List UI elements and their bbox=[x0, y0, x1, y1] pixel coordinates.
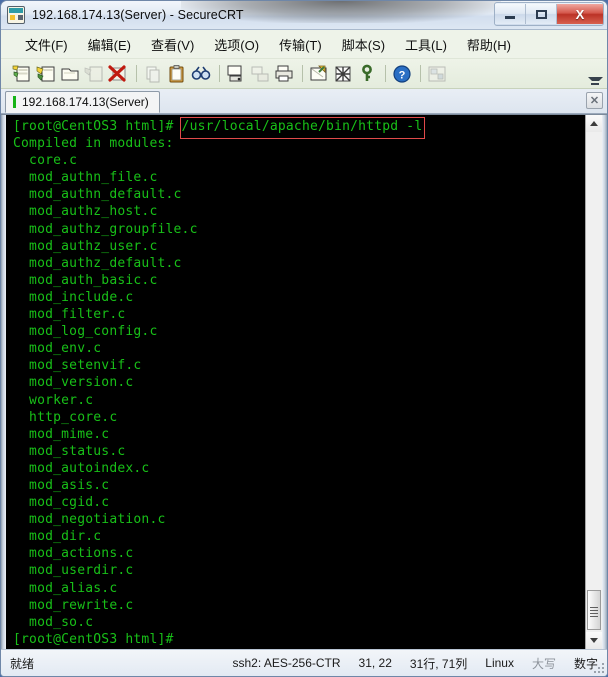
terminal-line: mod_negotiation.c bbox=[13, 512, 166, 528]
arrange-icon bbox=[426, 63, 448, 85]
securecrt-icon bbox=[7, 6, 25, 24]
terminal-line: mod_authz_groupfile.c bbox=[13, 221, 198, 237]
print-icon[interactable] bbox=[273, 63, 295, 85]
terminal-line: mod_authz_default.c bbox=[13, 255, 182, 271]
global-options-icon[interactable] bbox=[332, 63, 354, 85]
menu-bar: 文件(F) 编辑(E) 查看(V) 选项(O) 传输(T) 脚本(S) 工具(L… bbox=[1, 30, 607, 59]
terminal-line: mod_rewrite.c bbox=[13, 597, 134, 613]
menu-options[interactable]: 选项(O) bbox=[204, 32, 269, 57]
toolbar-separator bbox=[136, 65, 137, 82]
terminal-line: mod_version.c bbox=[13, 375, 134, 391]
minimize-button[interactable] bbox=[495, 4, 526, 24]
copy-icon bbox=[142, 63, 164, 85]
terminal-line: http_core.c bbox=[13, 409, 118, 425]
connect-sftp-icon[interactable] bbox=[35, 63, 57, 85]
resize-grip-icon[interactable] bbox=[592, 661, 604, 673]
terminal-line: mod_authz_host.c bbox=[13, 204, 158, 220]
find-icon[interactable] bbox=[190, 63, 212, 85]
menu-tools[interactable]: 工具(L) bbox=[395, 32, 457, 57]
minimize-icon bbox=[505, 15, 515, 19]
terminal-right-bevel bbox=[602, 115, 607, 649]
status-encryption: ssh2: AES-256-CTR bbox=[232, 656, 341, 670]
maximize-button[interactable] bbox=[526, 4, 557, 24]
scrollbar-thumb[interactable] bbox=[587, 590, 601, 630]
menu-script[interactable]: 脚本(S) bbox=[332, 32, 395, 57]
session-options-icon[interactable] bbox=[308, 63, 330, 85]
paste-icon[interactable] bbox=[166, 63, 188, 85]
terminal-area: [root@CentOS3 html]# /usr/local/apache/b… bbox=[1, 114, 607, 649]
title-bar: 192.168.174.13(Server) - SecureCRT X bbox=[1, 1, 607, 30]
terminal-line: [root@CentOS3 html]# bbox=[13, 631, 174, 647]
disconnect-icon bbox=[83, 63, 105, 85]
terminal-line: Compiled in modules: bbox=[13, 136, 174, 152]
terminal-line: mod_setenvif.c bbox=[13, 358, 142, 374]
toolbar-separator bbox=[420, 65, 421, 82]
terminal-output[interactable]: [root@CentOS3 html]# /usr/local/apache/b… bbox=[6, 115, 585, 649]
terminal-scrollbar[interactable] bbox=[585, 115, 602, 649]
toolbar-separator bbox=[219, 65, 220, 82]
toolbar-separator bbox=[302, 65, 303, 82]
status-emulation: Linux bbox=[485, 656, 514, 670]
terminal-line: mod_autoindex.c bbox=[13, 460, 150, 476]
status-cursor-position: 31, 22 bbox=[358, 656, 392, 670]
terminal-line: worker.c bbox=[13, 392, 94, 408]
toolbar-separator bbox=[385, 65, 386, 82]
scroll-up-arrow-icon[interactable] bbox=[586, 115, 602, 132]
terminal-line: mod_status.c bbox=[13, 443, 126, 459]
help-icon[interactable]: ? bbox=[391, 63, 413, 85]
new-session-icon[interactable] bbox=[11, 63, 33, 85]
terminal-line: mod_include.c bbox=[13, 289, 134, 305]
terminal-line: [root@CentOS3 html]# /usr/local/apache/b… bbox=[13, 119, 423, 134]
close-session-icon[interactable] bbox=[107, 63, 129, 85]
status-caps-lock: 大写 bbox=[531, 656, 556, 671]
menu-help[interactable]: 帮助(H) bbox=[457, 32, 521, 57]
terminal-line: mod_so.c bbox=[13, 614, 94, 630]
window-title: 192.168.174.13(Server) - SecureCRT bbox=[32, 8, 244, 22]
toolbar: ? bbox=[1, 59, 607, 89]
svg-text:?: ? bbox=[399, 69, 406, 81]
terminal-line: mod_env.c bbox=[13, 341, 102, 357]
terminal-line: mod_log_config.c bbox=[13, 324, 158, 340]
terminal-line: mod_filter.c bbox=[13, 307, 126, 323]
key-icon[interactable] bbox=[356, 63, 378, 85]
status-ready: 就绪 bbox=[10, 656, 35, 671]
securecrt-window: 192.168.174.13(Server) - SecureCRT X 文件(… bbox=[0, 0, 608, 677]
status-bar: 就绪 ssh2: AES-256-CTR 31, 22 31行, 71列 Lin… bbox=[1, 649, 607, 676]
status-terminal-size: 31行, 71列 bbox=[409, 656, 468, 671]
terminal-line: mod_mime.c bbox=[13, 426, 110, 442]
session-tab[interactable]: 192.168.174.13(Server) bbox=[5, 91, 160, 113]
menu-transfer[interactable]: 传输(T) bbox=[269, 32, 332, 57]
terminal-line: mod_alias.c bbox=[13, 580, 118, 596]
terminal-line: mod_auth_basic.c bbox=[13, 272, 158, 288]
terminal-line: mod_actions.c bbox=[13, 546, 134, 562]
session-tab-bar: 192.168.174.13(Server) ✕ bbox=[1, 89, 607, 114]
menu-edit[interactable]: 编辑(E) bbox=[78, 32, 141, 57]
scroll-down-arrow-icon[interactable] bbox=[586, 632, 602, 649]
terminal-line: mod_dir.c bbox=[13, 529, 102, 545]
terminal-line: mod_asis.c bbox=[13, 477, 110, 493]
window-controls: X bbox=[494, 2, 604, 26]
terminal-line: core.c bbox=[13, 153, 78, 169]
log-session-icon bbox=[249, 63, 271, 85]
terminal-line: mod_cgid.c bbox=[13, 495, 110, 511]
terminal-line: mod_authn_default.c bbox=[13, 187, 182, 203]
tab-close-icon[interactable]: ✕ bbox=[586, 92, 603, 109]
print-screen-icon[interactable] bbox=[225, 63, 247, 85]
menu-file[interactable]: 文件(F) bbox=[15, 32, 78, 57]
menu-view[interactable]: 查看(V) bbox=[141, 32, 204, 57]
terminal-line: mod_authz_user.c bbox=[13, 238, 158, 254]
close-button[interactable]: X bbox=[557, 4, 603, 24]
terminal-line: mod_authn_file.c bbox=[13, 170, 158, 186]
maximize-icon bbox=[535, 9, 547, 19]
toolbar-overflow-chevron[interactable] bbox=[587, 62, 603, 85]
tab-connected-indicator-icon bbox=[13, 96, 16, 108]
session-tab-label: 192.168.174.13(Server) bbox=[22, 95, 149, 109]
clone-session-icon[interactable] bbox=[59, 63, 81, 85]
terminal-line: mod_userdir.c bbox=[13, 563, 134, 579]
